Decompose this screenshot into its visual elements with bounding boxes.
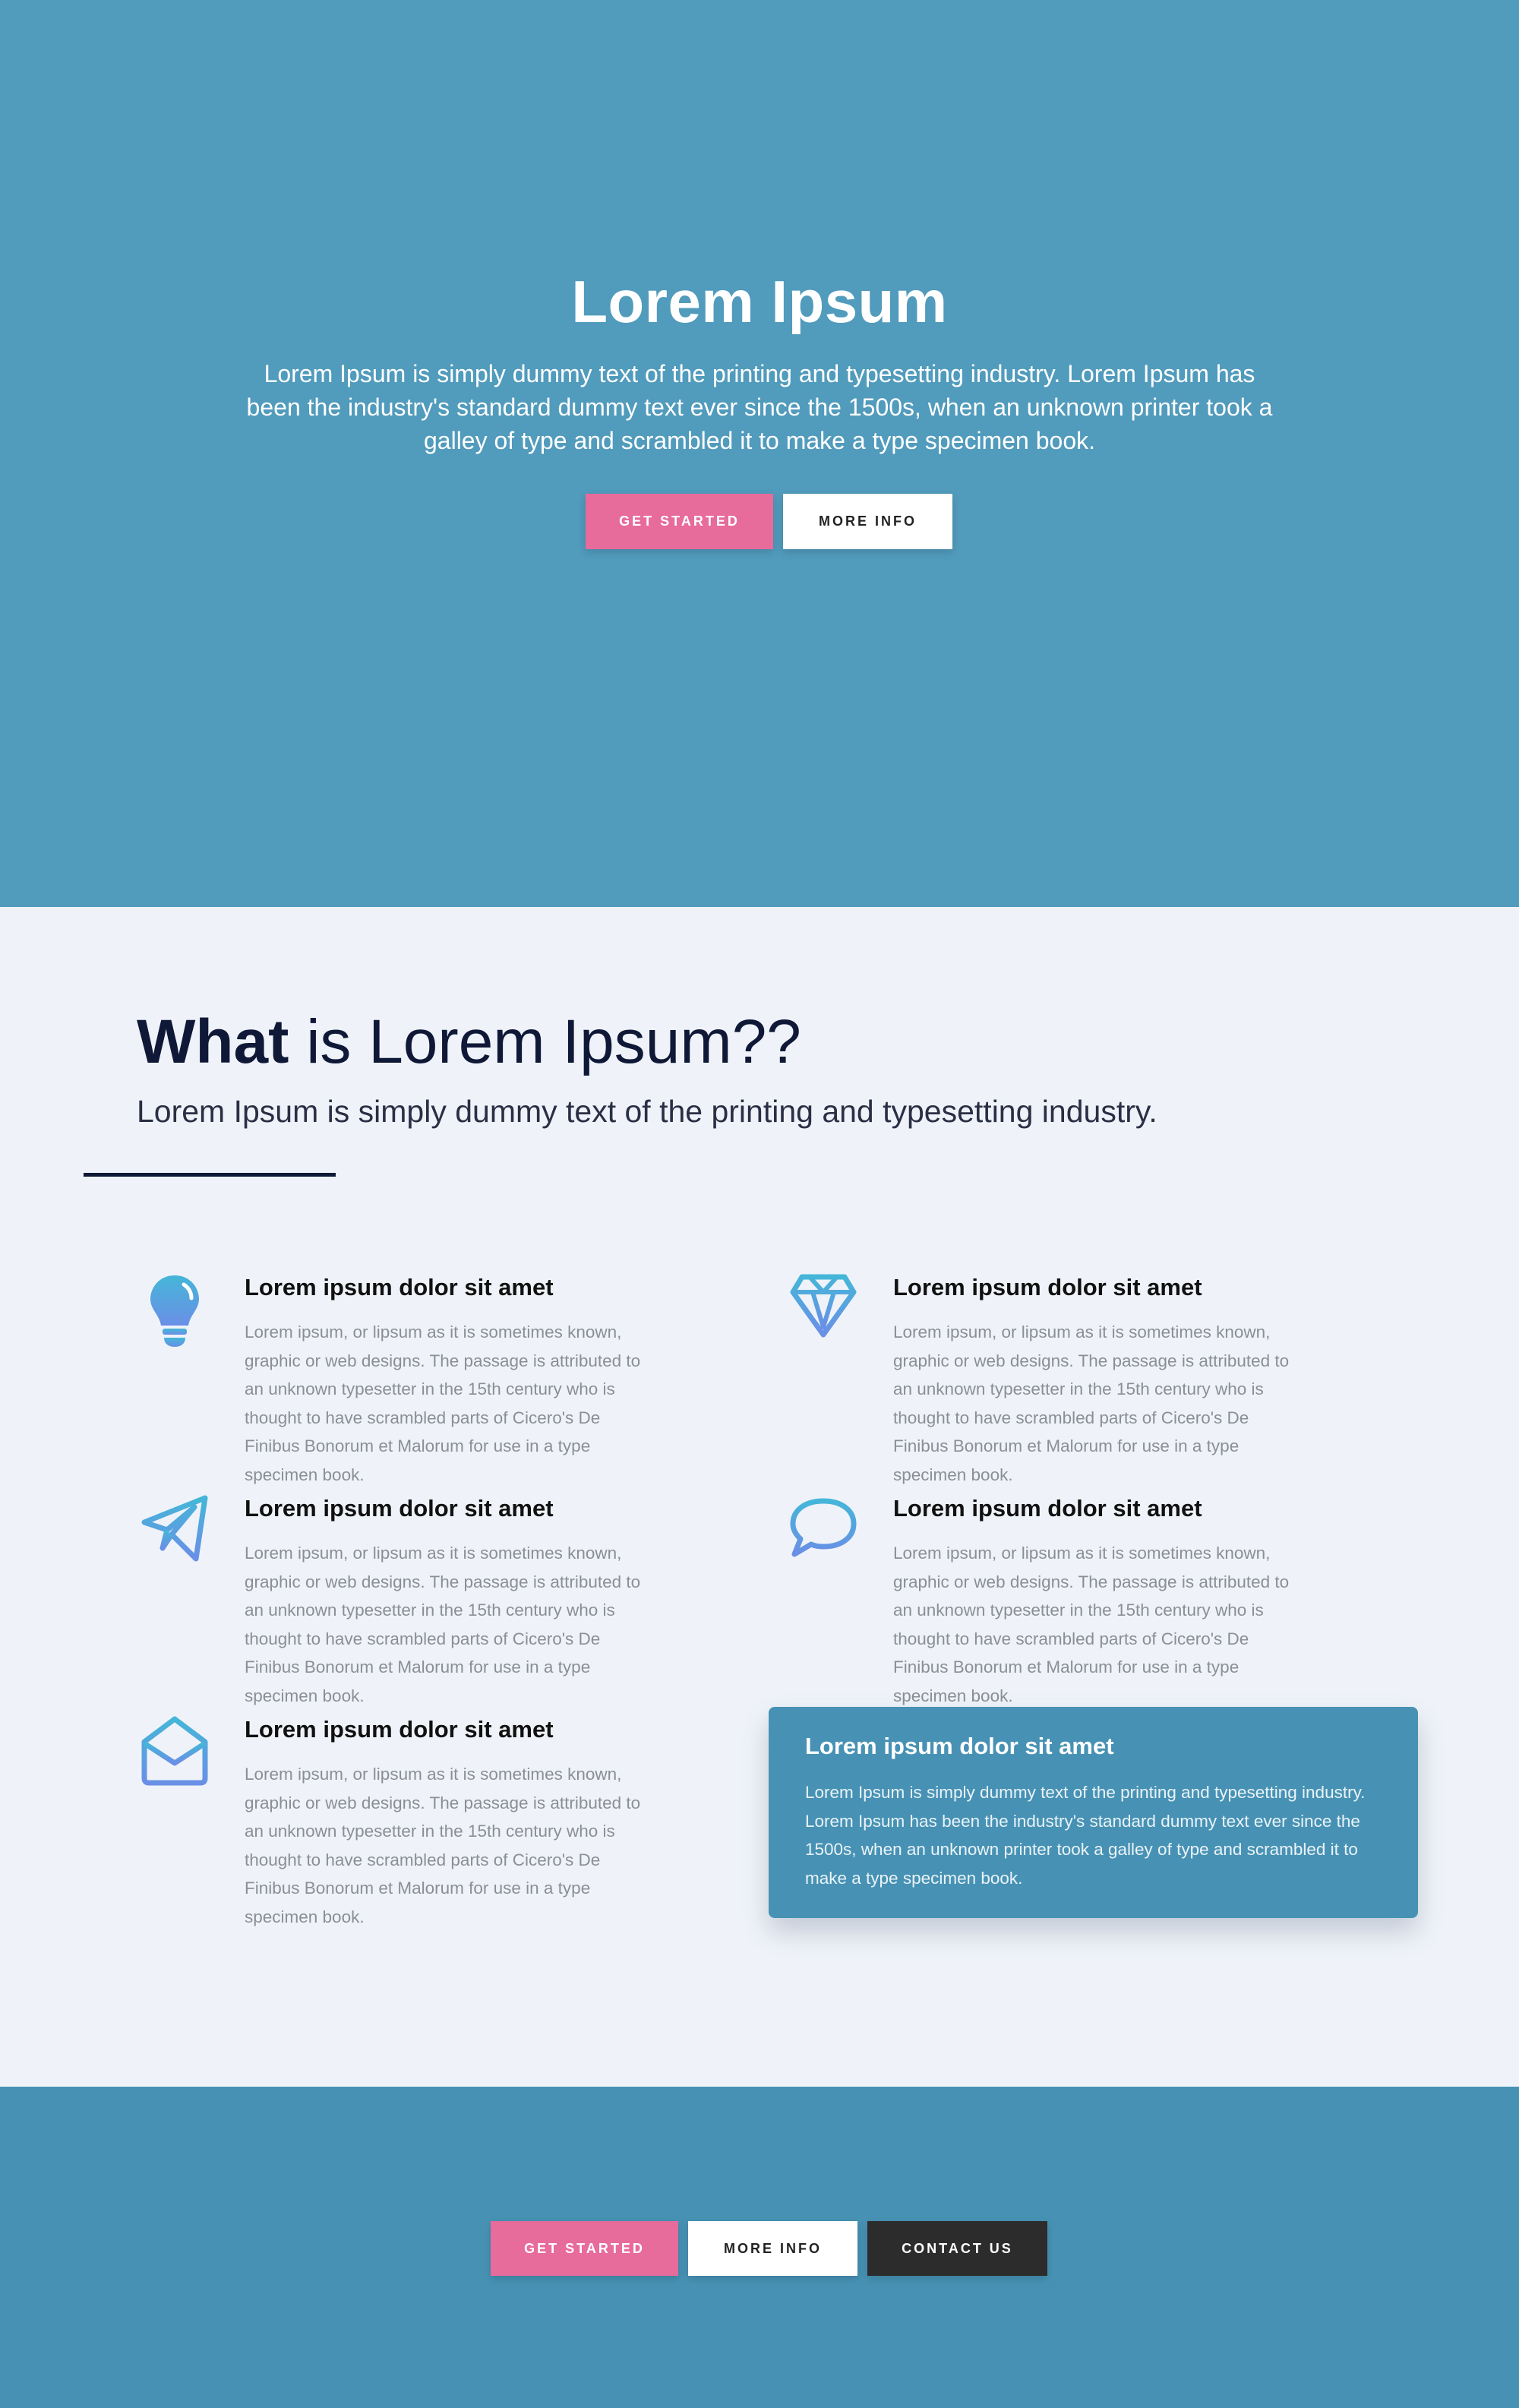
footer-contact-us-button[interactable]: CONTACT US — [867, 2221, 1047, 2276]
lightbulb-icon — [150, 1275, 199, 1347]
feature-item-2: Lorem ipsum dolor sit amet Lorem ipsum, … — [790, 1274, 1306, 1484]
paper-plane-icon — [141, 1495, 208, 1562]
feature-item-4: Lorem ipsum dolor sit amet Lorem ipsum, … — [790, 1495, 1306, 1705]
feature-title: Lorem ipsum dolor sit amet — [245, 1716, 554, 1743]
speech-bubble-icon — [790, 1498, 857, 1557]
section-divider — [84, 1173, 336, 1177]
hero-more-info-button[interactable]: MORE INFO — [783, 494, 952, 549]
section-title: What is Lorem Ipsum?? — [137, 1006, 801, 1078]
highlight-card-title: Lorem ipsum dolor sit amet — [805, 1733, 1114, 1759]
footer-cta-section: GET STARTED MORE INFO CONTACT US — [0, 2087, 1519, 2408]
feature-title: Lorem ipsum dolor sit amet — [893, 1274, 1202, 1300]
footer-more-info-button[interactable]: MORE INFO — [688, 2221, 857, 2276]
feature-text: Lorem ipsum, or lipsum as it is sometime… — [893, 1544, 1290, 1705]
feature-text: Lorem ipsum, or lipsum as it is sometime… — [245, 1544, 641, 1705]
section-subtitle: Lorem Ipsum is simply dummy text of the … — [137, 1094, 1157, 1129]
highlight-card: Lorem ipsum dolor sit amet Lorem Ipsum i… — [769, 1707, 1418, 1918]
diamond-icon — [790, 1274, 857, 1338]
hero-get-started-button[interactable]: GET STARTED — [586, 494, 773, 549]
feature-item-5: Lorem ipsum dolor sit amet Lorem ipsum, … — [141, 1716, 658, 1926]
highlight-card-text: Lorem Ipsum is simply dummy text of the … — [805, 1783, 1366, 1888]
section-title-bold: What — [137, 1007, 289, 1076]
section-title-rest: is Lorem Ipsum?? — [289, 1007, 801, 1076]
feature-title: Lorem ipsum dolor sit amet — [245, 1495, 554, 1522]
feature-text: Lorem ipsum, or lipsum as it is sometime… — [893, 1323, 1290, 1484]
feature-item-3: Lorem ipsum dolor sit amet Lorem ipsum, … — [141, 1495, 658, 1705]
feature-title: Lorem ipsum dolor sit amet — [893, 1495, 1202, 1522]
hero-section: Lorem Ipsum Lorem Ipsum is simply dummy … — [0, 0, 1519, 907]
feature-title: Lorem ipsum dolor sit amet — [245, 1274, 554, 1300]
footer-get-started-button[interactable]: GET STARTED — [491, 2221, 678, 2276]
feature-item-1: Lorem ipsum dolor sit amet Lorem ipsum, … — [141, 1274, 658, 1484]
envelope-open-icon — [141, 1716, 208, 1786]
feature-text: Lorem ipsum, or lipsum as it is sometime… — [245, 1323, 641, 1484]
hero-title: Lorem Ipsum — [571, 268, 948, 335]
feature-text: Lorem ipsum, or lipsum as it is sometime… — [245, 1765, 641, 1926]
hero-description: Lorem Ipsum is simply dummy text of the … — [246, 360, 1273, 454]
